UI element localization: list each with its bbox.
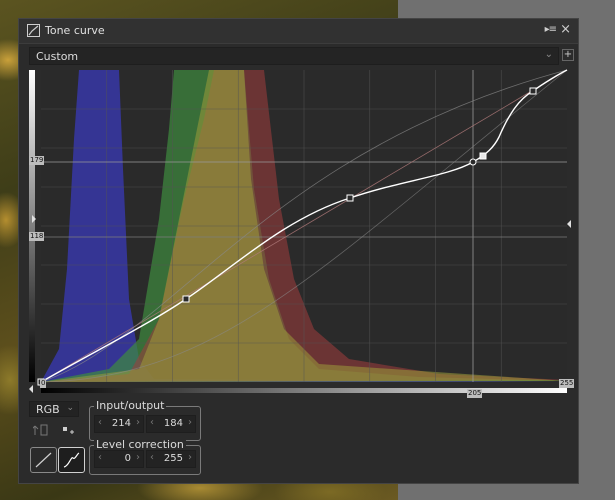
- level-max-spinner[interactable]: ‹ 255 ›: [146, 450, 196, 468]
- input-output-group: Input/output ‹ 214 › ‹ 184 ›: [89, 399, 201, 441]
- move-point-icon[interactable]: [31, 423, 51, 439]
- control-point[interactable]: [346, 194, 354, 202]
- right-slider-icon[interactable]: [567, 220, 571, 228]
- level-max-value: 255: [163, 453, 183, 464]
- channel-value: RGB: [36, 403, 60, 416]
- current-point[interactable]: [469, 158, 477, 166]
- output-gradient-bar: [29, 70, 35, 382]
- output-value: 184: [163, 418, 183, 429]
- input-gradient-bar: [41, 388, 567, 393]
- add-point-icon[interactable]: [61, 423, 79, 439]
- decrement-icon[interactable]: ‹: [98, 417, 102, 428]
- curve-start-label: 0: [40, 379, 47, 388]
- increment-icon[interactable]: ›: [188, 417, 192, 428]
- input-value: 214: [111, 418, 131, 429]
- decrement-icon[interactable]: ‹: [150, 452, 154, 463]
- output-marker-lower: 118: [29, 232, 45, 241]
- bottom-left-slider-icon[interactable]: [29, 385, 33, 393]
- level-min-spinner[interactable]: ‹ 0 ›: [94, 450, 144, 468]
- control-point[interactable]: [182, 295, 190, 303]
- chevron-down-icon: ⌄: [66, 403, 74, 413]
- channel-dropdown[interactable]: RGB ⌄: [29, 401, 79, 417]
- input-marker: 205: [467, 389, 483, 398]
- input-output-label: Input/output: [94, 399, 167, 412]
- control-point[interactable]: [529, 87, 537, 95]
- increment-icon[interactable]: ›: [136, 452, 140, 463]
- output-spinner[interactable]: ‹ 184 ›: [146, 415, 196, 433]
- input-max-marker: 255: [559, 379, 575, 388]
- decrement-icon[interactable]: ‹: [98, 452, 102, 463]
- level-correction-group: Level correction ‹ 0 › ‹ 255 ›: [89, 438, 201, 475]
- increment-icon[interactable]: ›: [188, 452, 192, 463]
- selected-control-point[interactable]: [479, 152, 487, 160]
- tone-curve-panel: Tone curve ▸≡ × Custom ⌄ + 179 118 0 205…: [18, 18, 579, 484]
- level-min-value: 0: [124, 453, 131, 464]
- decrement-icon[interactable]: ‹: [150, 417, 154, 428]
- curve-mode-button[interactable]: [58, 447, 85, 473]
- curve-editor[interactable]: [19, 19, 580, 399]
- output-marker-upper: 179: [29, 156, 45, 165]
- input-spinner[interactable]: ‹ 214 ›: [94, 415, 144, 433]
- linear-mode-button[interactable]: [30, 447, 57, 473]
- increment-icon[interactable]: ›: [136, 417, 140, 428]
